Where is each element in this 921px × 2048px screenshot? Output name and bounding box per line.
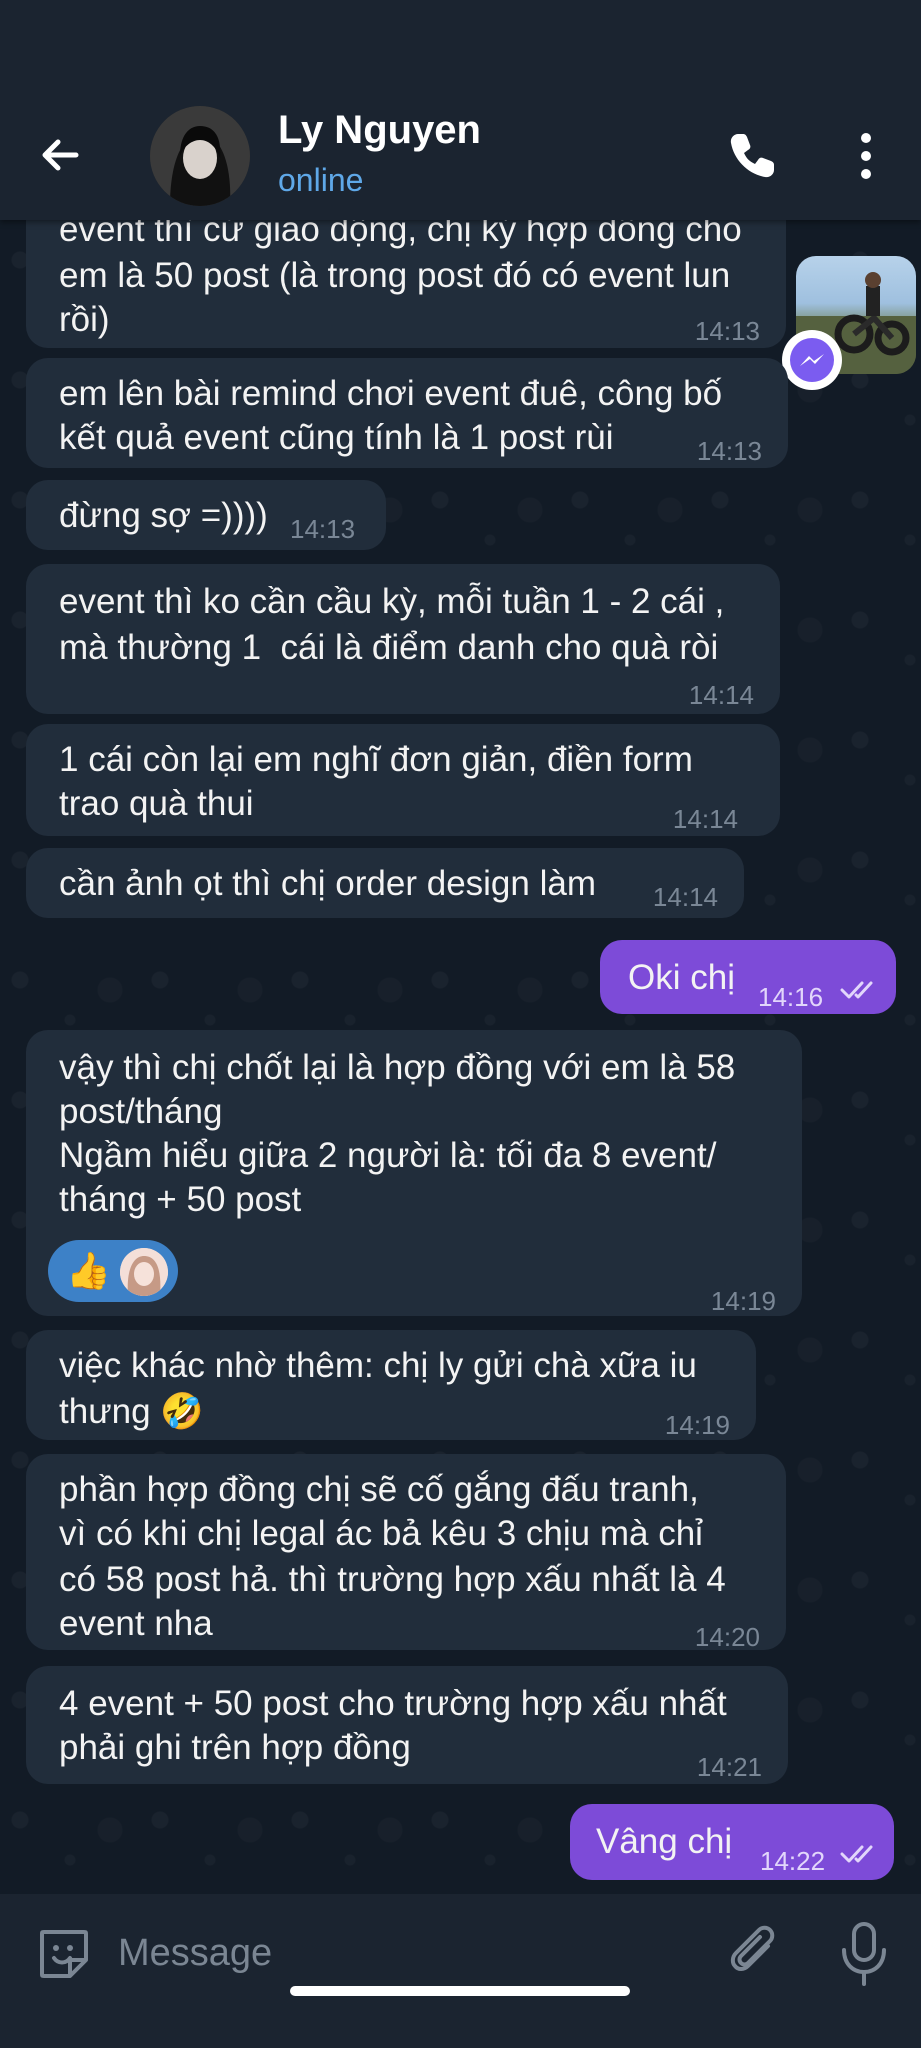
- attach-button[interactable]: [726, 1922, 784, 1984]
- message-composer: [0, 1894, 921, 2048]
- more-options-button[interactable]: [846, 128, 886, 184]
- message-line: event thì ko cần cầu kỳ, mỗi tuần 1 - 2 …: [59, 582, 725, 621]
- chat-header: Ly Nguyen online: [0, 0, 921, 220]
- message-line: Vâng chị: [596, 1822, 733, 1861]
- message-bubble[interactable]: em lên bài remind chơi event đuê, công b…: [26, 358, 788, 468]
- message-line: đừng sợ =)))): [59, 496, 268, 535]
- message-line: vậy thì chị chốt lại là hợp đồng với em …: [59, 1048, 736, 1087]
- message-line: vì có khi chị legal ác bả kêu 3 chịu mà …: [59, 1514, 703, 1553]
- more-vertical-icon: [861, 133, 871, 179]
- message-line: tháng + 50 post: [59, 1180, 302, 1219]
- messenger-badge: [782, 330, 842, 390]
- message-time: 14:14: [652, 882, 718, 912]
- message-time: 14:13: [694, 316, 760, 346]
- contact-status: online: [278, 162, 364, 198]
- message-time: 14:13: [696, 436, 762, 466]
- voice-record-button[interactable]: [836, 1918, 892, 1988]
- message-time: 14:13: [290, 514, 356, 544]
- message-time: 14:14: [672, 804, 738, 834]
- double-check-icon: [840, 1845, 873, 1863]
- message-bubble-outgoing[interactable]: Oki chị 14:16: [600, 940, 896, 1014]
- emoji-button[interactable]: [34, 1924, 94, 1984]
- message-line: có 58 post hả. thì trường hợp xấu nhất l…: [59, 1560, 726, 1599]
- message-line: em lên bài remind chơi event đuê, công b…: [59, 374, 723, 413]
- message-line: kết quả event cũng tính là 1 post rùi: [59, 418, 614, 457]
- message-line: trao quà thui: [59, 784, 254, 823]
- thumbs-up-icon: 👍: [66, 1250, 111, 1291]
- message-time: 14:19: [710, 1286, 776, 1316]
- message-bubble[interactable]: event thì ko cần cầu kỳ, mỗi tuần 1 - 2 …: [26, 564, 780, 714]
- message-line: post/tháng: [59, 1092, 223, 1131]
- microphone-icon: [842, 1922, 886, 1986]
- message-line: Ngầm hiểu giữa 2 người là: tối đa 8 even…: [59, 1136, 717, 1175]
- message-bubble[interactable]: cần ảnh ọt thì chị order design làm 14:1…: [26, 848, 744, 918]
- message-time: 14:22: [760, 1846, 826, 1876]
- emoji-sticker-icon: [40, 1930, 88, 1978]
- arrow-left-icon: [42, 139, 79, 171]
- back-button[interactable]: [36, 130, 96, 180]
- call-button[interactable]: [724, 128, 780, 184]
- message-time: 14:16: [758, 982, 824, 1012]
- message-line: phần hợp đồng chị sẽ cố gắng đấu tranh,: [59, 1470, 699, 1509]
- reaction-chip[interactable]: 👍: [48, 1240, 178, 1302]
- reactor-avatar: [120, 1248, 168, 1296]
- phone-icon: [730, 134, 774, 178]
- message-line: em là 50 post (là trong post đó có event…: [59, 256, 731, 295]
- contact-name[interactable]: Ly Nguyen: [278, 108, 481, 153]
- message-line: 1 cái còn lại em nghĩ đơn giản, điền for…: [59, 740, 693, 779]
- home-indicator[interactable]: [290, 1986, 630, 1996]
- paperclip-icon: [730, 1925, 775, 1971]
- message-line: event nha: [59, 1604, 213, 1643]
- message-line: Oki chị: [628, 958, 735, 997]
- double-check-icon: [840, 981, 873, 999]
- message-bubble[interactable]: 1 cái còn lại em nghĩ đơn giản, điền for…: [26, 724, 780, 836]
- message-time: 14:21: [696, 1752, 762, 1782]
- message-bubble[interactable]: phần hợp đồng chị sẽ cố gắng đấu tranh, …: [26, 1454, 786, 1652]
- message-line: việc khác nhờ thêm: chị ly gửi chà xữa i…: [59, 1346, 697, 1385]
- avatar[interactable]: [150, 106, 250, 206]
- message-bubble[interactable]: 4 event + 50 post cho trường hợp xấu nhấ…: [26, 1666, 788, 1784]
- message-line: rồi): [59, 300, 110, 339]
- message-bubble[interactable]: việc khác nhờ thêm: chị ly gửi chà xữa i…: [26, 1330, 756, 1440]
- message-time: 14:14: [688, 680, 754, 710]
- message-line: mà thường 1 cái là điểm danh cho quà ròi: [59, 628, 719, 667]
- message-time: 14:19: [664, 1410, 730, 1440]
- message-time: 14:20: [694, 1622, 760, 1652]
- message-line: phải ghi trên hợp đồng: [59, 1728, 411, 1767]
- messenger-icon: [790, 338, 834, 382]
- message-input[interactable]: [118, 1922, 678, 1984]
- message-line: thưng 🤣: [59, 1392, 204, 1431]
- message-bubble[interactable]: đừng sợ =)))) 14:13: [26, 480, 386, 550]
- message-bubble-outgoing[interactable]: Vâng chị 14:22: [570, 1804, 894, 1880]
- message-line: cần ảnh ọt thì chị order design làm: [59, 864, 596, 903]
- message-line: 4 event + 50 post cho trường hợp xấu nhấ…: [59, 1684, 727, 1723]
